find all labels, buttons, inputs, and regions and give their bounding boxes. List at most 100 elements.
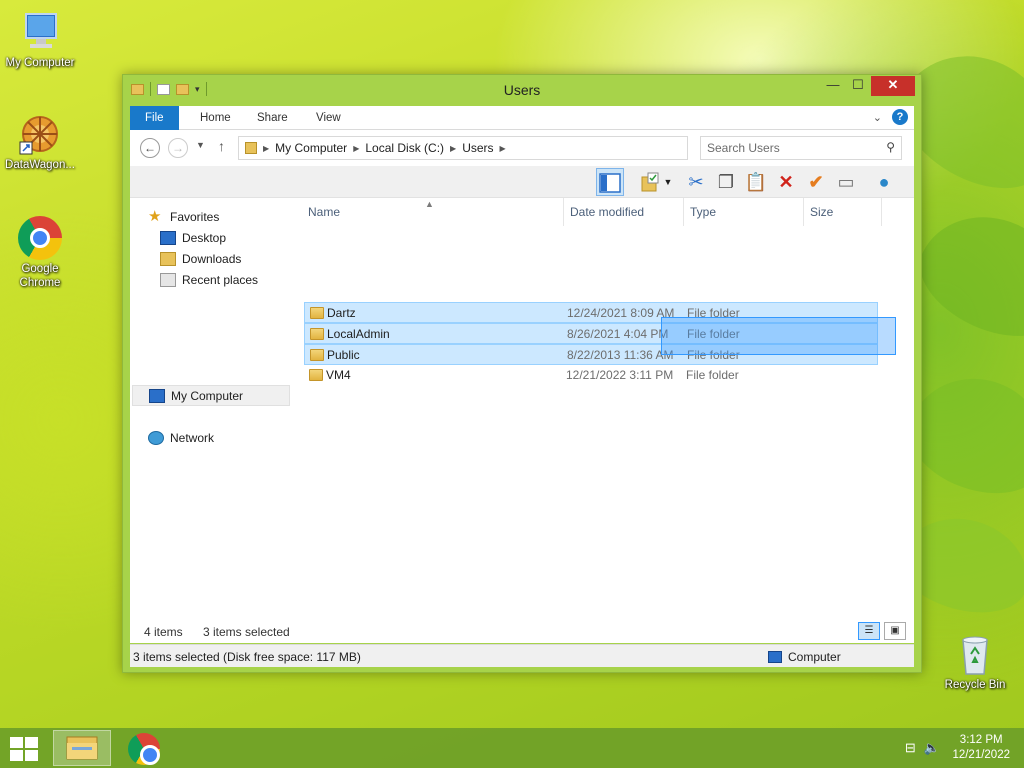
globe-icon[interactable]: ● bbox=[870, 168, 898, 196]
preview-pane-button[interactable] bbox=[596, 168, 624, 196]
clock[interactable]: 3:12 PM 12/21/2022 bbox=[952, 733, 1010, 763]
nav-item-label: Favorites bbox=[170, 209, 220, 224]
column-label: Name bbox=[308, 205, 341, 219]
item-count: 4 items bbox=[144, 625, 183, 639]
chevron-right-icon[interactable]: ▶ bbox=[263, 144, 269, 153]
desktop-icon-recycle-bin[interactable]: Recycle Bin bbox=[935, 632, 1015, 692]
speaker-icon[interactable]: 🔈 bbox=[924, 740, 940, 756]
status-location-label: Computer bbox=[788, 650, 841, 664]
status-text: 3 items selected (Disk free space: 117 M… bbox=[133, 650, 361, 664]
delete-icon[interactable]: ✕ bbox=[772, 168, 800, 196]
rename-icon[interactable]: ▭ bbox=[832, 168, 860, 196]
desktop-icon-label: Recycle Bin bbox=[944, 679, 1006, 691]
network-icon bbox=[148, 430, 164, 445]
tab-share[interactable]: Share bbox=[243, 106, 302, 130]
column-header-name[interactable]: ▲ Name bbox=[302, 198, 564, 226]
tab-home[interactable]: Home bbox=[186, 106, 245, 130]
breadcrumb-item[interactable]: Users bbox=[462, 141, 493, 155]
file-name: Dartz bbox=[327, 306, 356, 320]
file-type: File folder bbox=[686, 368, 739, 382]
copy-icon[interactable]: ❐ bbox=[712, 168, 740, 196]
ribbon-tabs: File Home Share View ⌄ ? bbox=[130, 106, 914, 130]
file-list: ▲ Name Date modified Type Size Dartz 12/… bbox=[302, 198, 914, 643]
chevron-right-icon[interactable]: ▶ bbox=[450, 144, 456, 153]
desktop-icon-label: My Computer bbox=[5, 57, 75, 69]
file-name: Public bbox=[327, 348, 360, 362]
chevron-down-icon[interactable]: ▼ bbox=[660, 168, 676, 196]
column-header-size[interactable]: Size bbox=[804, 198, 882, 226]
desktop-icon-my-computer[interactable]: My Computer bbox=[0, 10, 80, 70]
address-row: ← → ▼ ↑ ▶ My Computer ▶ Local Disk (C:) … bbox=[130, 130, 914, 166]
search-box[interactable]: ⚲ bbox=[700, 136, 902, 160]
taskbar-explorer[interactable] bbox=[53, 730, 111, 766]
computer-icon bbox=[18, 10, 62, 54]
desktop-icon-google-chrome[interactable]: Google Chrome bbox=[0, 216, 80, 290]
search-input[interactable] bbox=[707, 141, 877, 155]
column-header-type[interactable]: Type bbox=[684, 198, 804, 226]
nav-item-label: Network bbox=[170, 430, 215, 445]
folder-icon bbox=[245, 142, 257, 154]
clock-date: 12/21/2022 bbox=[952, 749, 1010, 761]
computer-icon bbox=[768, 651, 782, 663]
desktop-icon-datawagon[interactable]: DataWagon... bbox=[0, 112, 80, 172]
folder-icon bbox=[310, 349, 324, 361]
checkmark-icon[interactable]: ✔ bbox=[802, 168, 830, 196]
tab-view[interactable]: View bbox=[302, 106, 355, 130]
expand-ribbon-icon[interactable]: ⌄ bbox=[873, 111, 882, 124]
maximize-button[interactable]: ☐ bbox=[845, 76, 871, 96]
column-header-date[interactable]: Date modified bbox=[564, 198, 684, 226]
nav-item-desktop[interactable]: Desktop bbox=[160, 227, 226, 248]
desktop-icon-label: Google Chrome bbox=[19, 263, 61, 289]
file-name: VM4 bbox=[326, 368, 351, 382]
status-location: Computer bbox=[768, 650, 841, 664]
status-bar: 3 items selected (Disk free space: 117 M… bbox=[130, 644, 914, 667]
details-view-icon[interactable]: ☰ bbox=[858, 622, 880, 640]
recycle-bin-icon bbox=[953, 632, 997, 676]
recent-locations-icon[interactable]: ▼ bbox=[196, 140, 205, 150]
navigation-pane: ★ Favorites Desktop Downloads Recent pla… bbox=[130, 198, 295, 643]
nav-item-downloads[interactable]: Downloads bbox=[160, 248, 241, 269]
taskbar: ⊟ 🔈 3:12 PM 12/21/2022 bbox=[0, 728, 1024, 768]
address-bar[interactable]: ▶ My Computer ▶ Local Disk (C:) ▶ Users … bbox=[238, 136, 790, 160]
back-button[interactable]: ← bbox=[140, 138, 160, 158]
table-row[interactable]: VM4 12/21/2022 3:11 PM File folder bbox=[304, 365, 878, 386]
title-bar[interactable]: ▾ Users — ☐ ✕ bbox=[123, 75, 921, 105]
chrome-icon bbox=[128, 733, 160, 765]
downloads-icon bbox=[160, 251, 176, 266]
nav-item-my-computer[interactable]: My Computer bbox=[132, 385, 290, 406]
window-title: Users bbox=[503, 82, 541, 98]
breadcrumb-item[interactable]: Local Disk (C:) bbox=[365, 141, 444, 155]
explorer-window: ▾ Users — ☐ ✕ File Home Share View ⌄ ? ←… bbox=[122, 74, 922, 673]
paste-icon[interactable]: 📋 bbox=[742, 168, 770, 196]
breadcrumb: ▶ My Computer ▶ Local Disk (C:) ▶ Users … bbox=[263, 141, 506, 155]
folder-icon bbox=[310, 328, 324, 340]
minimize-button[interactable]: — bbox=[820, 76, 846, 96]
network-icon[interactable]: ⊟ bbox=[905, 740, 916, 756]
nav-item-recent-places[interactable]: Recent places bbox=[160, 269, 258, 290]
up-arrow-icon[interactable]: ↑ bbox=[218, 138, 225, 154]
sort-ascending-icon: ▲ bbox=[425, 199, 434, 209]
selected-count: 3 items selected bbox=[203, 625, 290, 639]
nav-item-favorites[interactable]: ★ Favorites bbox=[148, 206, 219, 227]
datawagon-icon bbox=[18, 112, 62, 156]
large-icons-view-icon[interactable]: ▣ bbox=[884, 622, 906, 640]
view-toggle: ☰ ▣ bbox=[858, 622, 906, 640]
search-icon[interactable]: ⚲ bbox=[886, 140, 895, 154]
computer-icon bbox=[149, 388, 165, 403]
taskbar-chrome[interactable] bbox=[123, 731, 165, 767]
chevron-right-icon[interactable]: ▶ bbox=[353, 144, 359, 153]
nav-item-network[interactable]: Network bbox=[148, 427, 214, 448]
ribbon-right: ⌄ ? bbox=[873, 109, 908, 125]
folder-icon bbox=[66, 736, 98, 760]
tab-file[interactable]: File bbox=[130, 106, 179, 130]
recent-places-icon bbox=[160, 272, 176, 287]
chevron-right-icon[interactable]: ▶ bbox=[500, 144, 506, 153]
forward-button[interactable]: → bbox=[168, 138, 188, 158]
breadcrumb-item[interactable]: My Computer bbox=[275, 141, 347, 155]
close-button[interactable]: ✕ bbox=[871, 76, 915, 96]
system-tray: ⊟ 🔈 bbox=[905, 740, 940, 756]
help-icon[interactable]: ? bbox=[892, 109, 908, 125]
file-date: 8/26/2021 4:04 PM bbox=[567, 327, 669, 341]
start-button[interactable] bbox=[10, 737, 38, 761]
cut-icon[interactable]: ✂ bbox=[682, 168, 710, 196]
